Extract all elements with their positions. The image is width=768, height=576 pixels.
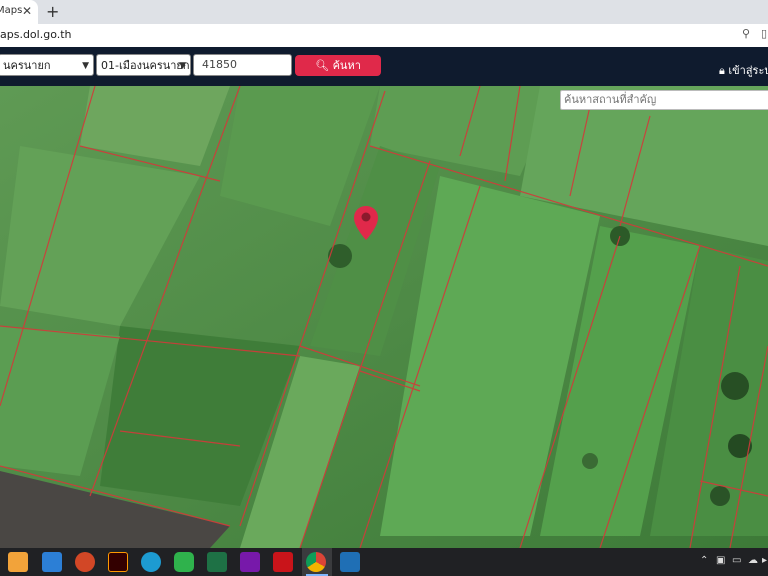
url-text[interactable]: aps.dol.go.th (0, 28, 72, 41)
chevron-up-icon[interactable]: ⌃ (700, 555, 708, 566)
photos-icon[interactable] (340, 552, 360, 572)
battery-icon[interactable]: ▭ (732, 555, 741, 566)
mail-icon[interactable] (42, 552, 62, 572)
windows-taskbar: ⌃ ▣ ▭ ☁ ▸ (0, 548, 768, 576)
powerpoint-icon[interactable] (75, 552, 95, 572)
line-icon[interactable] (174, 552, 194, 572)
search-button-label: ค้นหา (332, 59, 361, 72)
district-value: 01-เมืองนครนายก (101, 59, 190, 72)
address-bar[interactable]: aps.dol.go.th ⚲ ▯ (0, 24, 768, 48)
lock-icon: 🔒︎ (719, 64, 725, 77)
zip-input[interactable]: 41850 (193, 54, 292, 76)
place-search-input[interactable] (560, 90, 768, 110)
acrobat-icon[interactable] (273, 552, 293, 572)
tab-title: Maps (0, 5, 23, 16)
login-link[interactable]: 🔒︎ เข้าสู่ระบบ (719, 61, 768, 79)
site-header: นครนายก ▼ 01-เมืองนครนายก ▼ 41850 🔍︎ ค้น… (0, 47, 768, 86)
extension-icon[interactable]: ▯ (761, 27, 767, 40)
network-icon[interactable]: ▣ (716, 555, 725, 566)
screen: Maps ✕ + aps.dol.go.th ⚲ ▯ นครนายก ▼ 01-… (0, 0, 768, 576)
search-button[interactable]: 🔍︎ ค้นหา (295, 55, 381, 76)
location-marker-icon[interactable] (354, 206, 378, 240)
store-icon[interactable] (8, 552, 28, 572)
excel-icon[interactable] (207, 552, 227, 572)
login-label: เข้าสู่ระบบ (728, 64, 768, 77)
browser-tab[interactable]: Maps ✕ (0, 0, 38, 24)
chevron-down-icon: ▼ (82, 61, 89, 71)
search-icon: 🔍︎ (315, 59, 330, 72)
chevron-down-icon: ▼ (179, 61, 186, 71)
new-tab-button[interactable]: + (46, 2, 59, 21)
location-icon[interactable]: ⚲ (742, 27, 750, 40)
chrome-icon[interactable] (306, 552, 326, 572)
map-view[interactable] (0, 86, 768, 548)
cloud-icon[interactable]: ☁ (748, 555, 758, 566)
edge-icon[interactable] (141, 552, 161, 572)
satellite-imagery (0, 86, 768, 548)
illustrator-icon[interactable] (108, 552, 128, 572)
tab-strip: Maps ✕ + (0, 0, 768, 24)
district-select[interactable]: 01-เมืองนครนายก ▼ (96, 54, 191, 76)
province-value: นครนายก (3, 59, 51, 72)
speaker-icon[interactable]: ▸ (762, 555, 767, 566)
onenote-icon[interactable] (240, 552, 260, 572)
province-select[interactable]: นครนายก ▼ (0, 54, 94, 76)
close-icon[interactable]: ✕ (22, 4, 32, 18)
